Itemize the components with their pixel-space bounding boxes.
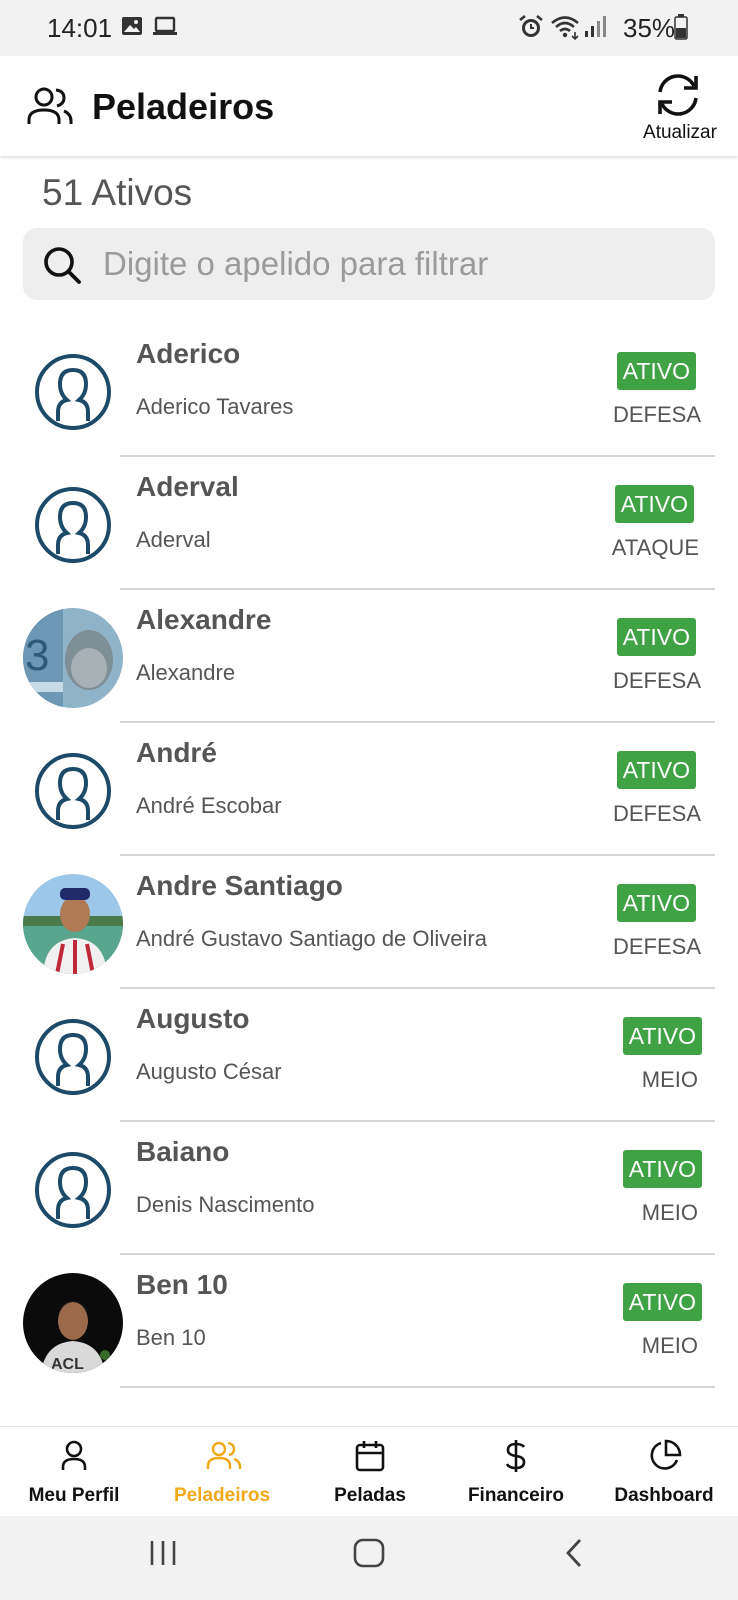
wifi-icon <box>550 14 580 45</box>
player-photo: ACL <box>23 1273 123 1373</box>
position-label: ATAQUE <box>611 535 699 560</box>
position-label: DEFESA <box>612 934 701 959</box>
image-icon <box>120 14 144 43</box>
position-label: MEIO <box>641 1067 698 1092</box>
refresh-button[interactable]: Atualizar <box>632 70 728 150</box>
default-avatar-icon <box>23 342 123 442</box>
nav-label: Dashboard <box>614 1485 714 1506</box>
player-full-name: Aderico Tavares <box>136 394 294 419</box>
player-row-ben-10[interactable]: ACL Ben 10 Ben 10 ATIVO MEIO <box>0 1255 738 1388</box>
player-nickname: Ben 10 <box>136 1269 228 1300</box>
player-nickname: André <box>136 737 217 768</box>
search-input[interactable] <box>103 228 693 300</box>
nav-item-dashboard[interactable]: Dashboard <box>590 1427 738 1517</box>
status-badge: ATIVO <box>616 884 696 922</box>
alarm-icon <box>518 14 544 45</box>
users-icon <box>206 1439 242 1478</box>
player-nickname: Alexandre <box>136 604 272 635</box>
status-badge: ATIVO <box>616 751 696 789</box>
refresh-icon <box>652 72 704 123</box>
bottom-nav: Meu Perfil Peladeiros Peladas Financeiro… <box>0 1426 738 1516</box>
user-icon <box>58 1439 90 1478</box>
player-row-alexandre[interactable]: 3 Alexandre Alexandre ATIVO DEFESA <box>0 590 738 723</box>
calendar-icon <box>354 1439 386 1478</box>
status-time: 14:01 <box>47 13 113 43</box>
player-list: Aderico Aderico Tavares ATIVO DEFESA Ade… <box>0 324 738 1388</box>
default-avatar-icon <box>23 1140 123 1240</box>
position-label: DEFESA <box>612 402 701 427</box>
search-box <box>23 228 715 300</box>
player-photo <box>23 874 123 974</box>
player-full-name: Alexandre <box>136 660 236 685</box>
status-bar: 14:01 35% <box>0 0 738 56</box>
laptop-icon <box>152 14 178 43</box>
player-full-name: Ben 10 <box>136 1325 206 1350</box>
player-nickname: Andre Santiago <box>136 870 343 901</box>
nav-label: Peladas <box>334 1485 406 1506</box>
active-count: 51 Ativos <box>42 172 193 213</box>
row-divider <box>120 1386 715 1388</box>
screen: 14:01 35% Peladeiros Atualizar 51 Ativos… <box>0 0 738 1600</box>
position-label: MEIO <box>641 1333 698 1358</box>
player-full-name: André Gustavo Santiago de Oliveira <box>136 926 487 951</box>
search-icon <box>42 245 82 290</box>
position-label: MEIO <box>641 1200 698 1225</box>
player-nickname: Aderval <box>136 471 239 502</box>
default-avatar-icon <box>23 475 123 575</box>
svg-text:3: 3 <box>25 631 49 680</box>
default-avatar-icon <box>23 1007 123 1107</box>
player-full-name: Augusto César <box>136 1059 282 1084</box>
svg-text:ACL: ACL <box>51 1356 84 1373</box>
nav-label: Peladeiros <box>173 1485 271 1506</box>
status-badge: ATIVO <box>622 1150 702 1188</box>
player-nickname: Aderico <box>136 338 241 369</box>
dollar-icon <box>500 1439 532 1478</box>
position-label: DEFESA <box>612 801 701 826</box>
back-icon[interactable] <box>562 1536 586 1575</box>
page-title: Peladeiros <box>92 86 275 127</box>
nav-item-financeiro[interactable]: Financeiro <box>442 1427 590 1517</box>
nav-item-meu-perfil[interactable]: Meu Perfil <box>0 1427 148 1517</box>
player-row-andre[interactable]: André André Escobar ATIVO DEFESA <box>0 723 738 856</box>
recent-apps-icon[interactable] <box>148 1536 178 1575</box>
player-row-aderico[interactable]: Aderico Aderico Tavares ATIVO DEFESA <box>0 324 738 457</box>
refresh-label: Atualizar <box>643 122 717 143</box>
home-icon[interactable] <box>352 1536 386 1575</box>
player-full-name: Aderval <box>136 527 211 552</box>
users-icon <box>26 86 74 133</box>
pie-chart-icon <box>648 1439 682 1478</box>
status-badge: ATIVO <box>622 1017 702 1055</box>
player-row-andre-santiago[interactable]: Andre Santiago André Gustavo Santiago de… <box>0 856 738 989</box>
nav-label: Meu Perfil <box>28 1485 120 1506</box>
status-badge: ATIVO <box>614 485 694 523</box>
app-header: Peladeiros Atualizar <box>0 56 738 156</box>
status-badge: ATIVO <box>616 352 696 390</box>
android-nav-bar <box>0 1516 738 1600</box>
battery-percentage: 35% <box>623 13 676 43</box>
signal-icon <box>584 14 606 43</box>
default-avatar-icon <box>23 741 123 841</box>
player-nickname: Augusto <box>136 1003 250 1034</box>
nav-item-peladeiros[interactable]: Peladeiros <box>148 1427 296 1517</box>
player-full-name: André Escobar <box>136 793 282 818</box>
player-full-name: Denis Nascimento <box>136 1192 315 1217</box>
nav-label: Financeiro <box>467 1485 565 1506</box>
nav-item-peladas[interactable]: Peladas <box>296 1427 444 1517</box>
player-row-augusto[interactable]: Augusto Augusto César ATIVO MEIO <box>0 989 738 1122</box>
status-badge: ATIVO <box>616 618 696 656</box>
player-photo: 3 <box>23 608 123 708</box>
battery-icon <box>674 14 688 45</box>
status-badge: ATIVO <box>622 1283 702 1321</box>
player-row-baiano[interactable]: Baiano Denis Nascimento ATIVO MEIO <box>0 1122 738 1255</box>
player-nickname: Baiano <box>136 1136 230 1167</box>
position-label: DEFESA <box>612 668 701 693</box>
player-row-aderval[interactable]: Aderval Aderval ATIVO ATAQUE <box>0 457 738 590</box>
